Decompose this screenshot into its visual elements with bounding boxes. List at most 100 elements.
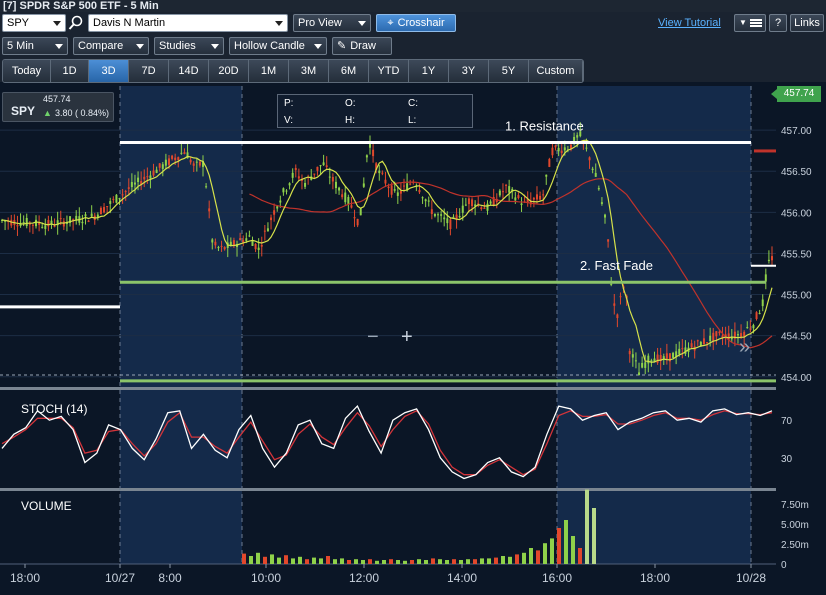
volume-bar <box>340 558 344 564</box>
volume-bar <box>431 558 435 564</box>
candle-body <box>347 197 350 204</box>
draw-button[interactable]: ✎ Draw <box>332 37 392 55</box>
range-3m[interactable]: 3M <box>289 60 329 82</box>
zoom-in-icon[interactable]: + <box>401 326 413 349</box>
candle-body <box>761 299 764 307</box>
search-icon[interactable] <box>68 15 84 31</box>
candle-body <box>585 147 588 149</box>
range-7d[interactable]: 7D <box>129 60 169 82</box>
candle-body <box>192 163 195 166</box>
volume-bar <box>298 556 302 564</box>
crosshair-label: Crosshair <box>397 17 445 29</box>
panel-divider-1 <box>0 387 776 390</box>
range-14d[interactable]: 14D <box>169 60 209 82</box>
candle-body <box>121 194 124 196</box>
menu-button[interactable]: ▼ <box>734 14 766 32</box>
candle-body <box>483 207 486 209</box>
ohlc-l-label: L: <box>408 115 417 126</box>
candle-body <box>198 161 201 166</box>
candle-body <box>334 181 337 189</box>
volume-bar <box>487 558 491 564</box>
view-select[interactable]: Pro View <box>293 14 371 32</box>
hamburger-icon <box>750 19 762 27</box>
candle-body <box>480 207 483 210</box>
studies-select[interactable]: Studies <box>154 37 224 55</box>
window-title: [7] SPDR S&P 500 ETF - 5 Min <box>0 0 826 12</box>
range-1m[interactable]: 1M <box>249 60 289 82</box>
volume-bar <box>557 528 561 564</box>
zoom-out-icon[interactable]: − <box>367 326 379 349</box>
candle-body <box>600 202 603 204</box>
annotation-1: 1. Resistance <box>505 118 584 133</box>
quote-last: 457.74 <box>43 94 71 104</box>
candle-body <box>35 219 38 227</box>
quote-change: 3.80 ( 0.84%) <box>55 108 110 118</box>
candle-body <box>291 172 294 178</box>
range-3y[interactable]: 3Y <box>449 60 489 82</box>
symbol-input[interactable]: SPY <box>2 14 66 32</box>
ohlc-v-label: V: <box>284 115 294 126</box>
range-today[interactable]: Today <box>3 60 51 82</box>
volume-bar <box>326 556 330 564</box>
candle-body <box>180 152 183 154</box>
interval-select[interactable]: 5 Min <box>2 37 68 55</box>
candle-body <box>254 243 257 250</box>
volume-bar <box>375 560 379 564</box>
volume-bar <box>396 560 400 564</box>
candle-body <box>31 224 34 226</box>
candle-body <box>514 197 517 201</box>
candle-body <box>563 147 566 151</box>
crosshair-button[interactable]: ⌖ Crosshair <box>376 14 456 32</box>
chevron-down-icon: ▼ <box>739 18 747 27</box>
ohlc-p-label: P: <box>284 98 294 109</box>
price-chart[interactable]: 457.00 456.50 456.00 455.50 455.00 454.50 454.… <box>0 86 826 595</box>
candle-body <box>752 325 755 329</box>
candle-body <box>446 218 449 224</box>
scroll-right-icon[interactable]: » <box>739 336 750 359</box>
range-5y[interactable]: 5Y <box>489 60 529 82</box>
candle-body <box>158 163 161 168</box>
candle-body <box>433 213 436 217</box>
price-tick-2: 456.00 <box>781 208 812 219</box>
candle-body <box>328 176 331 178</box>
candle-body <box>282 188 285 193</box>
range-1y[interactable]: 1Y <box>409 60 449 82</box>
view-tutorial-link[interactable]: View Tutorial <box>658 17 721 29</box>
candle-body <box>270 217 273 221</box>
candle-body <box>557 148 560 152</box>
volume-bar <box>473 559 477 564</box>
volume-bar <box>508 556 512 564</box>
volume-bar <box>382 560 386 564</box>
candle-body <box>304 182 307 187</box>
account-select[interactable]: Davis N Martin <box>88 14 288 32</box>
x-tick-6: 16:00 <box>542 571 572 585</box>
candle-body <box>597 188 600 190</box>
range-6m[interactable]: 6M <box>329 60 369 82</box>
candle-body <box>681 348 684 350</box>
candle-body <box>251 241 254 246</box>
candle-body <box>294 167 297 171</box>
range-3d[interactable]: 3D <box>89 60 129 82</box>
volume-bar <box>529 548 533 564</box>
links-button[interactable]: Links <box>790 14 824 32</box>
x-tick-7: 18:00 <box>640 571 670 585</box>
chart-style-select[interactable]: Hollow Candle <box>229 37 327 55</box>
candle-body <box>223 247 226 250</box>
help-button[interactable]: ? <box>769 14 787 32</box>
range-1d[interactable]: 1D <box>51 60 89 82</box>
volume-bar <box>361 560 365 564</box>
candle-body <box>641 362 644 368</box>
range-custom[interactable]: Custom <box>529 60 583 82</box>
range-20d[interactable]: 20D <box>209 60 249 82</box>
volume-bar <box>284 555 288 564</box>
candle-body <box>517 195 520 198</box>
candle-body <box>421 197 424 199</box>
range-ytd[interactable]: YTD <box>369 60 409 82</box>
candle-body <box>353 217 356 219</box>
candle-body <box>260 244 263 247</box>
compare-select[interactable]: Compare <box>73 37 149 55</box>
x-tick-0: 18:00 <box>10 571 40 585</box>
candle-body <box>610 283 613 286</box>
candle-body <box>205 186 208 188</box>
candle-body <box>124 191 127 193</box>
